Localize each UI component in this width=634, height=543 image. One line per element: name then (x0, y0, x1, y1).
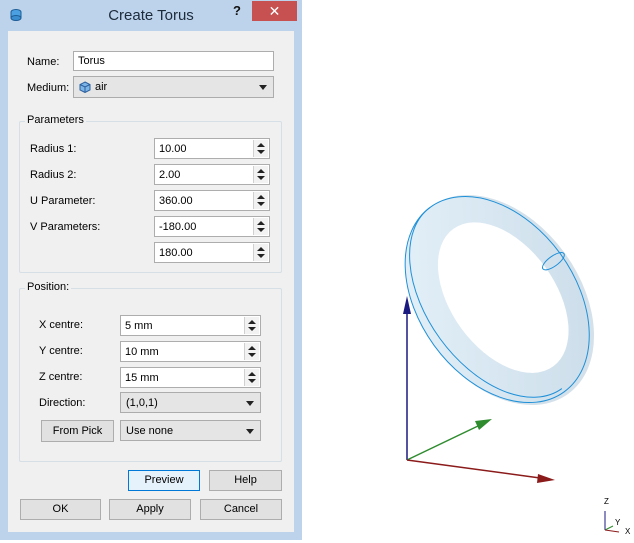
viewport-canvas[interactable] (302, 0, 634, 540)
triad-y-label: Y (615, 518, 621, 527)
spin-down-icon[interactable] (248, 379, 256, 383)
y-centre-label: Y centre: (39, 345, 83, 357)
z-axis-arrowhead (403, 296, 411, 314)
direction-select[interactable]: (1,0,1) (120, 392, 261, 413)
close-icon: ✕ (268, 3, 281, 19)
help-question-button[interactable]: ? (227, 2, 247, 20)
3d-viewport[interactable]: Z Y X (302, 0, 634, 540)
radius1-value: 10.00 (159, 143, 187, 155)
u-parameter-spinbox[interactable]: 360.00 (154, 190, 270, 211)
u-parameter-value: 360.00 (159, 195, 193, 207)
spin-up-icon[interactable] (248, 320, 256, 324)
spin-down-icon[interactable] (257, 228, 265, 232)
spin-down-icon[interactable] (257, 254, 265, 258)
spin-up-icon[interactable] (257, 247, 265, 251)
y-axis-arrowhead (475, 419, 492, 430)
radius2-spinbox[interactable]: 2.00 (154, 164, 270, 185)
y-axis-line (406, 425, 479, 461)
spin-buttons[interactable] (253, 192, 268, 209)
triad-x-label: X (625, 527, 631, 536)
spin-buttons[interactable] (253, 166, 268, 183)
v-parameter-min-spinbox[interactable]: -180.00 (154, 216, 270, 237)
u-parameter-label: U Parameter: (30, 195, 96, 207)
name-input[interactable]: Torus (73, 51, 274, 71)
chevron-down-icon (246, 429, 254, 434)
spin-buttons[interactable] (244, 317, 259, 334)
triad-z-label: Z (604, 497, 609, 506)
medium-select[interactable]: air (73, 76, 274, 98)
z-centre-spinbox[interactable]: 15 mm (120, 367, 261, 388)
z-centre-value: 15 mm (125, 372, 159, 384)
y-centre-spinbox[interactable]: 10 mm (120, 341, 261, 362)
v-parameter-max-value: 180.00 (159, 247, 193, 259)
spin-down-icon[interactable] (257, 150, 265, 154)
spin-buttons[interactable] (244, 369, 259, 386)
radius1-spinbox[interactable]: 10.00 (154, 138, 270, 159)
spin-up-icon[interactable] (257, 143, 265, 147)
spin-down-icon[interactable] (257, 202, 265, 206)
triad-y-line (604, 525, 614, 531)
spin-up-icon[interactable] (248, 346, 256, 350)
spin-up-icon[interactable] (248, 372, 256, 376)
chevron-down-icon (259, 85, 267, 90)
position-group-title: Position: (25, 281, 72, 293)
spin-buttons[interactable] (253, 244, 268, 261)
medium-label: Medium: (27, 82, 70, 94)
parameters-group-title: Parameters (25, 114, 86, 126)
v-parameter-min-value: -180.00 (159, 221, 197, 233)
direction-label: Direction: (39, 397, 86, 409)
radius2-value: 2.00 (159, 169, 181, 181)
spin-down-icon[interactable] (248, 353, 256, 357)
x-axis-line (406, 459, 541, 479)
spin-up-icon[interactable] (257, 169, 265, 173)
spin-up-icon[interactable] (257, 221, 265, 225)
use-value: Use none (126, 425, 174, 437)
cancel-button[interactable]: Cancel (200, 499, 282, 520)
cube-icon (79, 81, 91, 94)
spin-buttons[interactable] (244, 343, 259, 360)
dialog-body: Name: Torus Medium: air Parameters Radiu… (8, 31, 294, 532)
apply-button[interactable]: Apply (109, 499, 191, 520)
title-bar[interactable]: Create Torus ? ✕ (0, 0, 302, 31)
chevron-down-icon (246, 401, 254, 406)
radius2-label: Radius 2: (30, 169, 77, 181)
from-pick-button[interactable]: From Pick (41, 420, 114, 442)
x-centre-value: 5 mm (125, 320, 153, 332)
z-centre-label: Z centre: (39, 371, 83, 383)
radius1-label: Radius 1: (30, 143, 77, 155)
triad-x-line (604, 529, 620, 533)
help-button[interactable]: Help (209, 470, 282, 491)
spin-down-icon[interactable] (248, 327, 256, 331)
preview-button[interactable]: Preview (128, 470, 200, 491)
x-centre-label: X centre: (39, 319, 84, 331)
v-parameters-label: V Parameters: (30, 221, 101, 233)
name-label: Name: (27, 56, 60, 68)
y-centre-value: 10 mm (125, 346, 159, 358)
use-select[interactable]: Use none (120, 420, 261, 441)
v-parameter-max-spinbox[interactable]: 180.00 (154, 242, 270, 263)
close-button[interactable]: ✕ (252, 1, 297, 21)
spin-buttons[interactable] (253, 218, 268, 235)
spin-buttons[interactable] (253, 140, 268, 157)
ok-button[interactable]: OK (20, 499, 101, 520)
direction-value: (1,0,1) (126, 397, 158, 409)
medium-value: air (95, 81, 108, 93)
x-centre-spinbox[interactable]: 5 mm (120, 315, 261, 336)
spin-up-icon[interactable] (257, 195, 265, 199)
create-torus-dialog: Create Torus ? ✕ Name: Torus Medium: air… (0, 0, 302, 540)
x-axis-arrowhead (537, 474, 555, 483)
spin-down-icon[interactable] (257, 176, 265, 180)
